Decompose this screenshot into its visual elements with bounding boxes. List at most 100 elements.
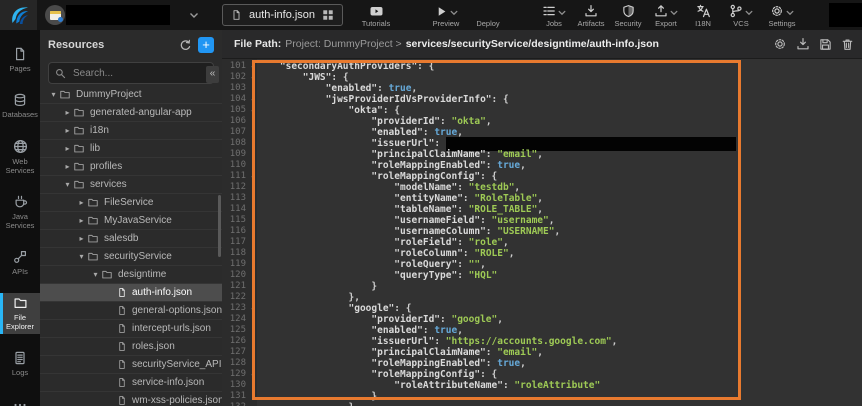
code-line-127[interactable]: 127 "principalClaimName": "email", [222,347,862,358]
sidebar-item-java-services[interactable]: JavaServices [0,192,40,233]
fold-marker-icon[interactable]: - [248,105,257,116]
code-line-111[interactable]: 111- "roleMappingConfig": { [222,171,862,182]
arrow-expanded-icon[interactable]: ▾ [62,180,73,189]
code-line-116[interactable]: 116 "usernameColumn": "USERNAME", [222,226,862,237]
tree-item-profiles[interactable]: ▸profiles [40,158,222,176]
tree-item-general-options.json[interactable]: general-options.json [40,302,222,320]
code-line-103[interactable]: 103 "enabled": true, [222,83,862,94]
code-line-105[interactable]: 105- "okta": { [222,105,862,116]
toolbar-item-jobs[interactable]: Jobs [536,0,572,30]
code-line-113[interactable]: 113 "entityName": "RoleTable", [222,193,862,204]
code-line-126[interactable]: 126 "issuerUrl": "https://accounts.googl… [222,336,862,347]
fold-marker-icon[interactable]: - [248,72,257,83]
arrow-collapsed-icon[interactable]: ▸ [62,144,73,153]
tree-item-service-info.json[interactable]: service-info.json [40,374,222,392]
code-line-128[interactable]: 128 "roleMappingEnabled": true, [222,358,862,369]
sidebar-item-apis[interactable]: APIs [0,247,40,279]
refresh-icon[interactable] [179,39,192,52]
code-line-123[interactable]: 123- "google": { [222,303,862,314]
open-file-tab[interactable]: auth-info.json [222,4,343,26]
collapse-panel-button[interactable]: « [206,66,219,83]
code-line-131[interactable]: 131 } [222,391,862,402]
download-icon[interactable] [796,37,810,51]
arrow-expanded-icon[interactable]: ▾ [90,270,101,279]
code-editor[interactable]: 101- "secondaryAuthProviders": {102- "JW… [222,59,862,406]
tree-item-myjavaservice[interactable]: ▸MyJavaService [40,212,222,230]
arrow-collapsed-icon[interactable]: ▸ [62,162,73,171]
tree-item-intercept-urls.json[interactable]: intercept-urls.json [40,320,222,338]
code-line-110[interactable]: 110 "roleMappingEnabled": true, [222,160,862,171]
chevron-down-icon[interactable] [450,10,458,16]
arrow-collapsed-icon[interactable]: ▸ [62,108,73,117]
add-resource-button[interactable]: + [198,37,214,53]
tree-item-i18n[interactable]: ▸i18n [40,122,222,140]
code-line-106[interactable]: 106 "providerId": "okta", [222,116,862,127]
code-line-121[interactable]: 121 } [222,281,862,292]
tree-item-dummyproject[interactable]: ▾DummyProject [40,86,222,104]
fold-marker-icon[interactable]: - [248,369,257,380]
code-line-122[interactable]: 122 }, [222,292,862,303]
code-line-119[interactable]: 119 "roleQuery": "", [222,259,862,270]
gear-icon[interactable] [773,37,787,51]
resource-search[interactable] [48,62,214,84]
sidebar-item-databases[interactable]: Databases [0,90,40,122]
code-line-118[interactable]: 118 "roleColumn": "ROLE", [222,248,862,259]
code-line-101[interactable]: 101- "secondaryAuthProviders": { [222,61,862,72]
arrow-collapsed-icon[interactable]: ▸ [62,126,73,135]
chevron-down-icon[interactable] [745,10,753,16]
trash-icon[interactable] [841,38,854,51]
toolbar-item-export[interactable]: Export [646,0,686,30]
code-line-120[interactable]: 120 "queryType": "HQL" [222,270,862,281]
tree-item-wm-xss-policies.json[interactable]: wm-xss-policies.json [40,392,222,406]
app-logo[interactable] [0,0,37,30]
chevron-down-icon[interactable] [670,10,678,16]
more-options-button[interactable] [0,394,40,406]
search-input[interactable] [71,67,207,80]
code-line-112[interactable]: 112 "modelName": "testdb", [222,182,862,193]
code-line-109[interactable]: 109 "principalClaimName": "email", [222,149,862,160]
code-line-117[interactable]: 117 "roleField": "role", [222,237,862,248]
code-line-115[interactable]: 115 "usernameField": "username", [222,215,862,226]
tree-item-designtime[interactable]: ▾designtime [40,266,222,284]
chevron-down-icon[interactable] [189,12,199,19]
toolbar-item-vcs[interactable]: VCS [724,0,758,30]
toolbar-item-security[interactable]: Security [610,0,646,30]
code-line-132[interactable]: 132 } [222,402,862,406]
panel-scrollbar[interactable] [218,195,221,257]
code-line-104[interactable]: 104- "jwsProviderIdVsProviderInfo": { [222,94,862,105]
sidebar-item-web-services[interactable]: WebServices [0,136,40,178]
toolbar-item-preview[interactable]: Preview [424,0,468,30]
code-line-114[interactable]: 114 "tableName": "ROLE_TABLE", [222,204,862,215]
arrow-collapsed-icon[interactable]: ▸ [76,198,87,207]
fold-marker-icon[interactable]: - [248,303,257,314]
toolbar-item-settings[interactable]: Settings [760,0,804,30]
toolbar-item-deploy[interactable]: Deploy [470,0,506,30]
tree-item-roles.json[interactable]: roles.json [40,338,222,356]
code-line-108[interactable]: 108 "issuerUrl": [222,138,862,149]
tree-item-services[interactable]: ▾services [40,176,222,194]
arrow-expanded-icon[interactable]: ▾ [48,90,59,99]
fold-marker-icon[interactable]: - [248,61,257,72]
sidebar-item-pages[interactable]: Pages [0,44,40,76]
arrow-collapsed-icon[interactable]: ▸ [76,216,87,225]
fold-marker-icon[interactable]: - [248,94,257,105]
arrow-collapsed-icon[interactable]: ▸ [76,234,87,243]
tree-item-auth-info.json[interactable]: auth-info.json [40,284,222,302]
toolbar-item-i18n[interactable]: I18N [688,0,718,30]
chevron-down-icon[interactable] [786,10,794,16]
code-line-102[interactable]: 102- "JWS": { [222,72,862,83]
arrow-expanded-icon[interactable]: ▾ [76,252,87,261]
sidebar-item-logs[interactable]: Logs [0,348,40,380]
grid-icon[interactable] [322,9,334,21]
fold-marker-icon[interactable]: - [248,171,257,182]
tree-item-fileservice[interactable]: ▸FileService [40,194,222,212]
tree-item-securityservice_api.js[interactable]: securityService_API.js [40,356,222,374]
tree-item-securityservice[interactable]: ▾securityService [40,248,222,266]
code-line-129[interactable]: 129- "roleMappingConfig": { [222,369,862,380]
code-line-124[interactable]: 124 "providerId": "google", [222,314,862,325]
code-line-130[interactable]: 130 "roleAttributeName": "roleAttribute" [222,380,862,391]
sidebar-item-file-explorer[interactable]: FileExplorer [0,293,40,334]
code-line-125[interactable]: 125 "enabled": true, [222,325,862,336]
toolbar-item-artifacts[interactable]: Artifacts [572,0,610,30]
save-icon[interactable] [819,38,832,51]
